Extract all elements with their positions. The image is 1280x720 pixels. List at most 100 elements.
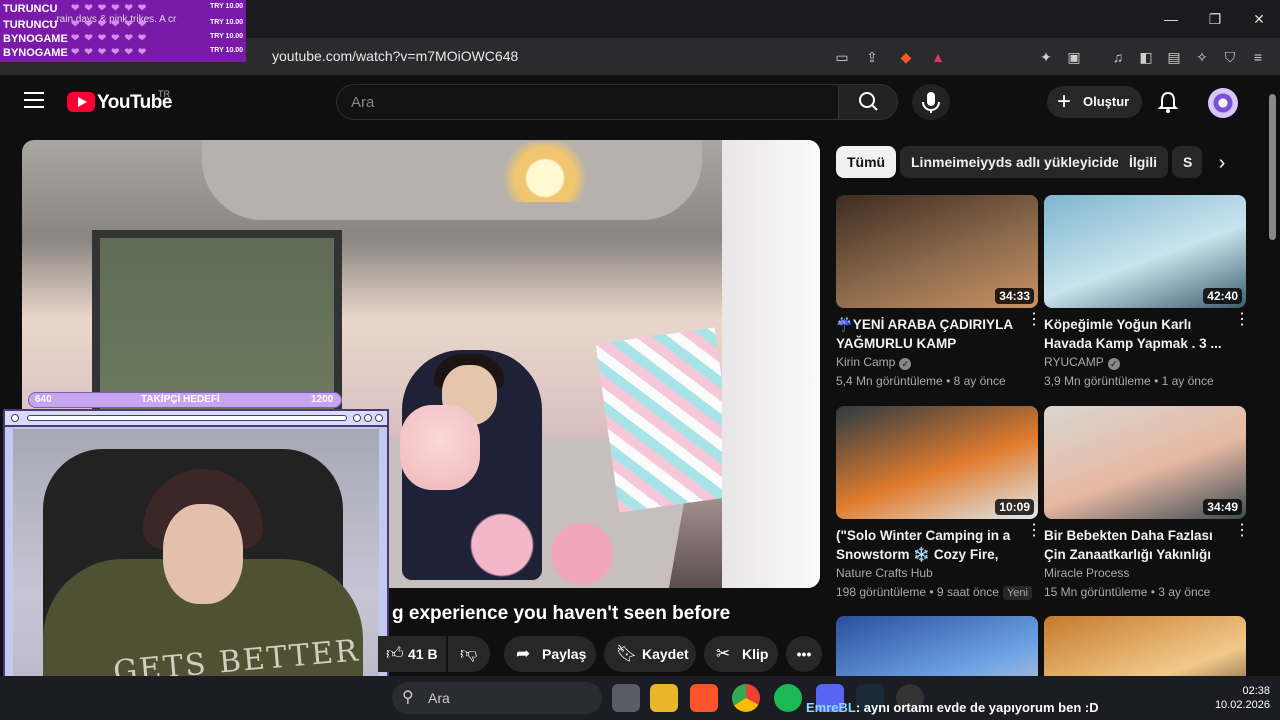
chip-related[interactable]: İlgili <box>1118 146 1168 178</box>
video-kettle <box>400 405 480 490</box>
new-badge: Yeni <box>1002 586 1032 600</box>
recommendation-title[interactable]: Bir Bebekten Daha Fazlası Çin Zanaatkarl… <box>1044 526 1230 564</box>
share-icon: ➦ <box>516 644 531 663</box>
wallet-icon[interactable]: ▤ <box>1164 47 1184 67</box>
more-options-icon[interactable]: ⋮ <box>1234 523 1250 546</box>
close-icon[interactable]: ✕ <box>1248 8 1270 30</box>
like-count: 41 B <box>408 646 438 662</box>
follower-goal-bar: 640 TAKİPÇİ HEDEFİ 1200 <box>28 392 342 408</box>
sidebar-icon[interactable]: ◧ <box>1136 47 1156 67</box>
taskbar-search-label: Ara <box>428 690 450 706</box>
search-input[interactable] <box>337 85 838 119</box>
chrome-icon[interactable] <box>732 684 760 712</box>
cast-icon[interactable]: ▭ <box>832 47 852 67</box>
scrollbar-thumb[interactable] <box>1269 94 1276 240</box>
youtube-logo-icon[interactable] <box>67 92 95 112</box>
leo-ai-icon[interactable]: ✧ <box>1192 47 1212 67</box>
recommendation-meta: 198 görüntüleme • 9 saat önce Yeni <box>836 585 1032 600</box>
frame-dot-icon <box>353 414 361 422</box>
recommendation-channel[interactable]: Miracle Process <box>1044 566 1129 580</box>
more-options-icon[interactable]: ⋮ <box>1026 523 1042 546</box>
more-options-icon[interactable]: ⋮ <box>1234 312 1250 335</box>
recommendation-title[interactable]: ("Solo Winter Camping in a Snowstorm ❄️ … <box>836 526 1022 564</box>
clock-date: 10.02.2026 <box>1214 699 1270 711</box>
more-options-icon[interactable]: ⋮ <box>1026 312 1042 335</box>
screen: — ❐ ✕ youtube.com/watch?v=m7MOiOWC648 ▭ … <box>0 0 1280 720</box>
thumbs-up-icon: 👍︎ <box>386 644 404 663</box>
clip-button[interactable]: ✂ Klip <box>704 636 778 672</box>
video-thumbnail[interactable]: 34:49 <box>1044 406 1246 519</box>
chevron-right-icon[interactable]: › <box>1208 150 1236 178</box>
hamburger-menu-icon[interactable] <box>24 92 44 108</box>
brave-rewards-icon[interactable]: ▲ <box>928 47 948 67</box>
share-page-icon[interactable]: ⇪ <box>862 47 882 67</box>
spotify-icon[interactable] <box>774 684 802 712</box>
file-explorer-icon[interactable] <box>650 684 678 712</box>
vpn-icon[interactable]: ⛉ <box>1220 47 1240 67</box>
recommendation-channel[interactable]: RYUCAMP ✓ <box>1044 355 1120 370</box>
chip-uploader[interactable]: Linmeimeiyyds adlı yükleyiciden <box>900 146 1140 178</box>
url-field[interactable]: youtube.com/watch?v=m7MOiOWC648 <box>272 48 518 64</box>
verified-icon: ✓ <box>1107 358 1120 370</box>
maximize-icon[interactable]: ❐ <box>1204 8 1226 30</box>
hearts-icon: ❤❤❤❤❤❤ <box>71 3 152 14</box>
frame-bar <box>27 415 347 421</box>
recommendation-channel[interactable]: Nature Crafts Hub <box>836 566 933 580</box>
channel-name[interactable]: Kirin Camp <box>836 355 895 369</box>
recommendation-title[interactable]: Köpeğimle Yoğun Karlı Havada Kamp Yapmak… <box>1044 315 1230 353</box>
create-button[interactable]: + Oluştur <box>1047 86 1142 118</box>
video-curtain <box>722 140 820 588</box>
hearts-icon: ❤❤❤❤❤❤ <box>71 33 152 44</box>
channel-name[interactable]: RYUCAMP <box>1044 355 1104 369</box>
brave-shield-icon[interactable]: ◆ <box>896 47 916 67</box>
recommendation-title[interactable]: ☔YENİ ARABA ÇADIRIYLA YAĞMURLU KAMP <box>836 315 1022 353</box>
search-icon <box>859 92 878 111</box>
extensions-icon[interactable]: ✦ <box>1036 47 1056 67</box>
video-thumbnail[interactable]: 42:40 <box>1044 195 1246 308</box>
video-flowers <box>442 500 642 588</box>
share-button[interactable]: ➦ Paylaş <box>504 636 596 672</box>
browser-menu-icon[interactable]: ≡ <box>1248 47 1268 67</box>
ticker-row: TURUNCU ❤❤❤❤❤❤ TRY 10.00 <box>3 19 243 32</box>
account-avatar[interactable] <box>1208 88 1238 118</box>
media-icon[interactable]: ♫ <box>1108 47 1128 67</box>
dislike-button[interactable]: 👎︎ <box>448 636 490 672</box>
goal-label: TAKİPÇİ HEDEFİ <box>141 394 220 405</box>
clock-time: 02:38 <box>1242 685 1270 697</box>
recommendation-meta: 15 Mn görüntüleme • 3 ay önce <box>1044 585 1211 599</box>
chip-all[interactable]: Tümü <box>836 146 897 178</box>
voice-search-button[interactable] <box>912 84 950 120</box>
notifications-bell-icon[interactable] <box>1157 90 1179 114</box>
recommendation-channel[interactable]: Kirin Camp ✓ <box>836 355 912 370</box>
save-label: Kaydet <box>642 646 689 662</box>
goal-start: 640 <box>35 394 52 405</box>
channel-name[interactable]: Nature Crafts Hub <box>836 566 933 580</box>
channel-name[interactable]: Miracle Process <box>1044 566 1129 580</box>
cam-face <box>163 504 243 604</box>
brave-browser-icon[interactable] <box>690 684 718 712</box>
ticker-row: BYNOGAME ❤❤❤❤❤❤ TRY 10.00 <box>3 47 243 60</box>
meta-text: 198 görüntüleme • 9 saat önce <box>836 585 999 599</box>
chat-text: : aynı ortamı evde de yapıyorum ben :D <box>855 700 1099 715</box>
chip-more[interactable]: S <box>1172 146 1202 178</box>
search-icon: ⚲ <box>402 689 414 706</box>
share-label: Paylaş <box>542 646 587 662</box>
minimize-icon[interactable]: — <box>1160 8 1182 30</box>
save-button[interactable]: 🔖︎ Kaydet <box>604 636 696 672</box>
frame-dot-icon <box>375 414 383 422</box>
task-view-icon[interactable] <box>612 684 640 712</box>
video-thumbnail[interactable]: 10:09 <box>836 406 1038 519</box>
duration-badge: 34:33 <box>995 288 1034 304</box>
clip-label: Klip <box>742 646 769 662</box>
ticker-name: TURUNCU <box>3 19 58 31</box>
frame-dot-icon <box>11 414 19 422</box>
hearts-icon: ❤❤❤❤❤❤ <box>71 19 152 30</box>
more-actions-button[interactable]: ••• <box>786 636 822 672</box>
video-ceiling <box>202 140 702 220</box>
taskbar-search[interactable]: ⚲ Ara <box>392 682 602 714</box>
search-button[interactable] <box>838 84 898 120</box>
system-clock[interactable]: 02:38 10.02.2026 <box>1200 684 1270 712</box>
video-thumbnail[interactable]: 34:33 <box>836 195 1038 308</box>
like-button[interactable]: 👍︎ 41 B <box>378 636 446 672</box>
reader-icon[interactable]: ▣ <box>1064 47 1084 67</box>
